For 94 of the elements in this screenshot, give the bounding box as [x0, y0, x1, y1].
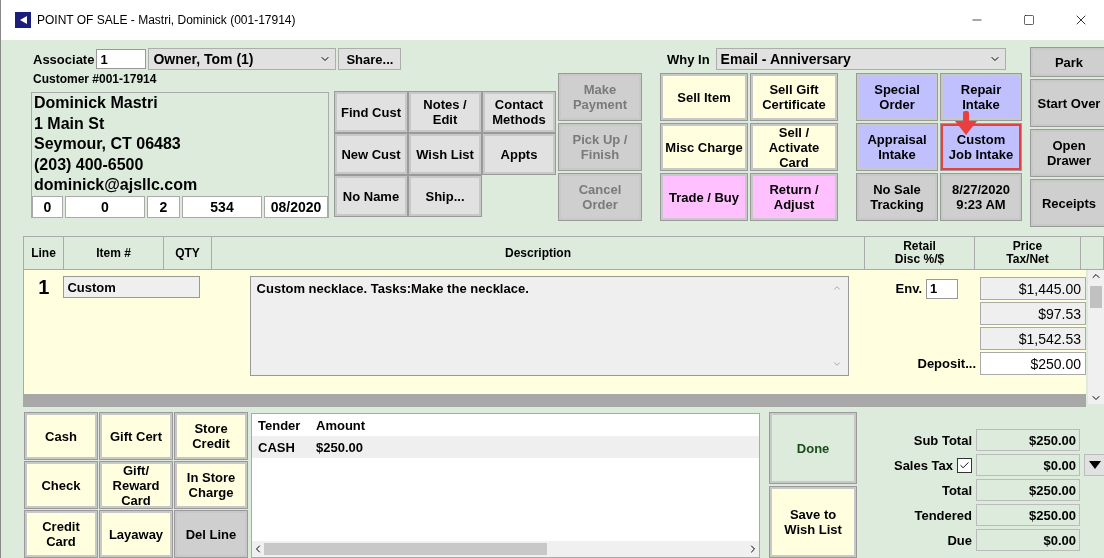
price-cell: $1,542.53 — [980, 327, 1086, 350]
check-icon — [959, 459, 970, 471]
associate-field[interactable]: 1 — [96, 49, 147, 69]
customer-detail: Seymour, CT 06483 — [33, 134, 182, 154]
scrollbar[interactable] — [252, 541, 760, 557]
total-value: $250.00 — [976, 479, 1080, 501]
customer-stat: 534 — [182, 195, 262, 218]
tender-button[interactable]: Layaway — [100, 511, 172, 557]
customer-button[interactable]: Wish List — [409, 134, 481, 174]
total-value: $0.00 — [976, 529, 1080, 551]
column-header: Retail Disc %/$ — [865, 237, 975, 269]
column-header: Tender — [258, 417, 302, 433]
tender-button[interactable]: Store Credit — [175, 413, 247, 459]
action-button[interactable]: Special Order — [857, 74, 937, 120]
column-header: Description — [212, 237, 865, 269]
column-header: Item # — [64, 237, 164, 269]
customer-detail: (203) 400-6500 — [33, 154, 145, 175]
customer-detail: Dominick Mastri — [33, 93, 159, 113]
customer-stat: 2 — [147, 195, 180, 218]
customer-button[interactable]: No Name — [335, 176, 407, 216]
action-button[interactable]: Repair Intake — [941, 74, 1021, 120]
action-button[interactable]: Misc Charge — [661, 124, 747, 170]
action-button[interactable]: Appraisal Intake — [857, 124, 937, 170]
customer-button[interactable]: Ship... — [409, 176, 481, 216]
scroll-thumb[interactable] — [1090, 286, 1102, 308]
side-button[interactable]: Open Drawer — [1031, 130, 1104, 176]
tender-button[interactable]: Credit Card — [25, 511, 97, 557]
customer-button[interactable]: New Cust — [335, 134, 407, 174]
side-button[interactable]: Start Over — [1031, 80, 1104, 126]
total-value: $250.00 — [976, 429, 1080, 451]
total-label: Total — [941, 482, 972, 498]
column-header: Line — [24, 237, 64, 269]
tender-button[interactable]: Cash — [25, 413, 97, 459]
customer-stat: 08/2020 — [264, 195, 328, 218]
total-value: $250.00 — [976, 504, 1080, 526]
tender-button[interactable]: Del Line — [175, 511, 247, 557]
line-number: 1 — [37, 276, 51, 300]
total-label: Sales Tax — [893, 457, 953, 473]
customer-button[interactable]: Appts — [483, 134, 555, 174]
item-field[interactable]: Custom — [63, 276, 200, 298]
share-button[interactable]: Share... — [338, 48, 402, 70]
finish-button[interactable]: Save to Wish List — [770, 487, 856, 557]
total-label: Sub Total — [913, 432, 972, 448]
env-field[interactable]: 1 — [926, 278, 958, 299]
customer-stat: 0 — [65, 195, 145, 218]
total-label: Due — [947, 532, 972, 548]
customer-button[interactable]: Find Cust — [335, 92, 407, 132]
tax-checkbox[interactable] — [957, 457, 972, 473]
customer-number: Customer #001-17914 — [32, 72, 157, 86]
action-button[interactable]: Sell Gift Certificate — [751, 74, 837, 120]
table-cell-text: $250.00 — [316, 439, 364, 455]
tender-button[interactable]: In Store Charge — [175, 462, 247, 508]
action-button[interactable]: Sell / Activate Card — [751, 124, 837, 170]
total-label: Tendered — [914, 507, 972, 523]
price-cell: $97.53 — [980, 302, 1086, 325]
side-button[interactable]: Receipts — [1031, 180, 1104, 226]
dropdown-icon[interactable] — [1084, 454, 1104, 476]
action-button[interactable]: Return / Adjust — [751, 174, 837, 220]
total-value: $0.00 — [976, 454, 1080, 476]
action-button[interactable]: Custom Job Intake — [941, 124, 1021, 170]
why-in-dropdown[interactable]: Email - Anniversary — [715, 48, 1006, 70]
tender-button[interactable]: Gift Cert — [100, 413, 172, 459]
side-button[interactable]: Park — [1031, 48, 1104, 76]
table-cell-text: CASH — [258, 439, 296, 455]
price-cell: $1,445.00 — [980, 277, 1086, 300]
associate-dropdown[interactable]: Owner, Tom (1) — [148, 48, 337, 70]
action-button[interactable]: Trade / Buy — [661, 174, 747, 220]
env-label: Env. — [895, 281, 922, 296]
window-title: POINT OF SALE - Mastri, Dominick (001-17914) — [37, 13, 297, 27]
tender-button[interactable]: Check — [25, 462, 97, 508]
scrollbar[interactable] — [1088, 270, 1104, 404]
annotation-arrow — [955, 111, 977, 135]
action-button[interactable]: Sell Item — [661, 74, 747, 120]
column-header: Amount — [316, 417, 367, 433]
description-field[interactable]: Custom necklace. Tasks:Make the necklace. — [249, 276, 850, 376]
app-icon — [15, 12, 31, 28]
customer-button[interactable]: Contact Methods — [483, 92, 555, 132]
action-button[interactable]: 8/27/2020 9:23 AM — [941, 174, 1021, 220]
scroll-down-icon[interactable] — [832, 359, 843, 369]
tender-button[interactable]: Gift/ Reward Card — [100, 462, 172, 508]
customer-button[interactable]: Notes / Edit — [409, 92, 481, 132]
deposit-field[interactable]: $250.00 — [980, 352, 1086, 375]
column-header: QTY — [164, 237, 212, 269]
finish-button[interactable]: Done — [770, 413, 856, 483]
action-button[interactable]: No Sale Tracking — [857, 174, 937, 220]
customer-detail: dominick@ajsllc.com — [33, 175, 199, 195]
scroll-up-icon[interactable] — [832, 283, 843, 293]
column-header: Price Tax/Net — [975, 237, 1081, 269]
why-in-label: Why In — [667, 51, 710, 67]
customer-detail: 1 Main St — [33, 113, 106, 134]
customer-stat: 0 — [32, 195, 63, 218]
deposit-link[interactable]: Deposit... — [917, 356, 976, 371]
associate-label: Associate — [33, 51, 95, 67]
scroll-thumb[interactable] — [264, 543, 548, 555]
